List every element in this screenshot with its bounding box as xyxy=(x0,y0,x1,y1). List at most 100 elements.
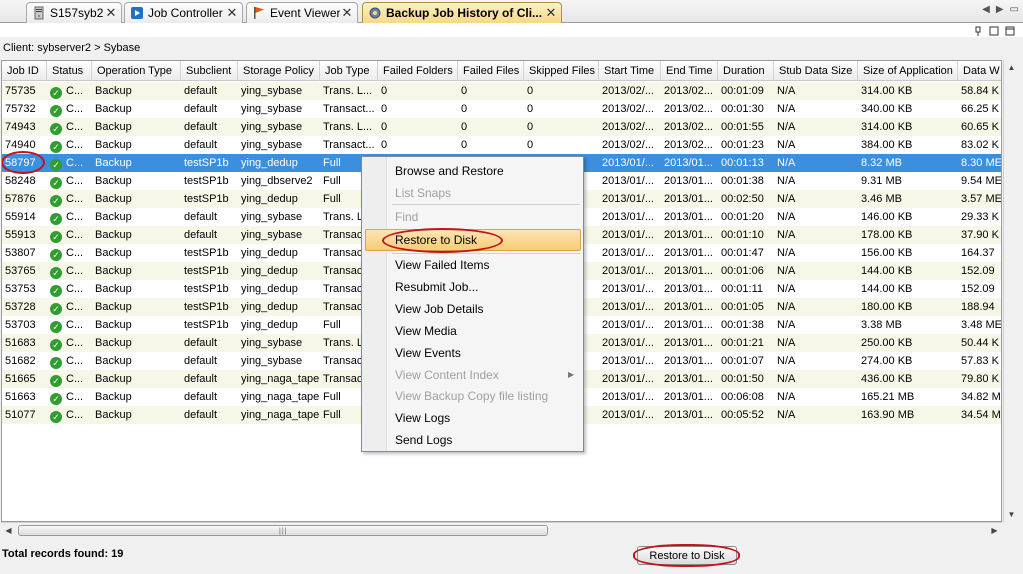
horizontal-scroll-thumb[interactable]: ||| xyxy=(18,525,548,536)
status-completed-icon: ✓ xyxy=(50,303,62,315)
column-header-status[interactable]: Status xyxy=(47,61,92,81)
cell-start-time: 2013/02/... xyxy=(599,118,661,136)
column-header-stub-data-size[interactable]: Stub Data Size xyxy=(774,61,858,81)
restore-window-icon[interactable] xyxy=(989,26,999,36)
cell-job-type: Transact... xyxy=(320,100,378,118)
menu-item-restore-to-disk[interactable]: Restore to Disk xyxy=(395,230,477,250)
view-controls xyxy=(973,26,1015,36)
cell-job-id: 75732 xyxy=(2,100,47,118)
column-header-size-of-application[interactable]: Size of Application xyxy=(858,61,958,81)
chevron-left-icon[interactable]: ◀ xyxy=(982,4,990,15)
close-icon[interactable]: ✕ xyxy=(225,5,239,21)
restore-to-disk-button[interactable]: Restore to Disk xyxy=(637,546,737,565)
cell-text: 00:01:38 xyxy=(721,319,764,331)
column-header-skipped-files[interactable]: Skipped Files xyxy=(524,61,599,81)
menu-item-send-logs[interactable]: Send Logs xyxy=(395,430,452,450)
cell-text: 144.00 KB xyxy=(861,283,913,295)
cell-text: Backup xyxy=(95,265,132,277)
cell-text: N/A xyxy=(777,211,796,223)
cell-text: 00:01:11 xyxy=(721,283,764,295)
cell-size-of-application: 9.31 MB xyxy=(858,172,958,190)
cell-failed-files: 0 xyxy=(458,136,524,154)
cell-size-of-application: 314.00 KB xyxy=(858,82,958,100)
menu-item-browse-and-restore[interactable]: Browse and Restore xyxy=(395,161,504,181)
cell-text: 79.80 K xyxy=(961,373,999,385)
menu-item-view-events[interactable]: View Events xyxy=(395,343,461,363)
close-icon[interactable]: ✕ xyxy=(104,5,118,21)
column-header-duration[interactable]: Duration xyxy=(718,61,774,81)
scroll-down-icon[interactable]: ▼ xyxy=(1004,507,1019,522)
cell-text: 2013/01... xyxy=(664,193,713,205)
table-row[interactable]: 75735 ✓ C... Backup default ying_sybase Trans.… xyxy=(2,82,1001,100)
scroll-left-icon[interactable]: ◀ xyxy=(1,523,16,538)
cell-text: N/A xyxy=(777,355,796,367)
menu-item-view-job-details[interactable]: View Job Details xyxy=(395,299,484,319)
cell-text: N/A xyxy=(777,265,796,277)
cell-text: 55913 xyxy=(5,229,36,241)
menu-item-resubmit-job[interactable]: Resubmit Job... xyxy=(395,277,478,297)
column-header-data-written[interactable]: Data W xyxy=(958,61,1001,81)
tab-event-viewer[interactable]: Event Viewer ✕ xyxy=(246,2,358,23)
cell-text: Backup xyxy=(95,229,132,241)
table-row[interactable]: 75732 ✓ C... Backup default ying_sybase Transa… xyxy=(2,100,1001,118)
cell-operation-type: Backup xyxy=(92,280,181,298)
status-completed-icon: ✓ xyxy=(50,339,62,351)
cell-data-written: 79.80 K xyxy=(958,370,1001,388)
status-completed-icon: ✓ xyxy=(50,141,62,153)
vertical-scrollbar[interactable]: ▲ ▼ xyxy=(1003,60,1018,522)
cell-text: 2013/02/... xyxy=(602,103,654,115)
cell-text: 8.30 ME xyxy=(961,157,1002,169)
chevron-right-icon[interactable]: ▶ xyxy=(996,4,1004,15)
cell-text: Backup xyxy=(95,103,132,115)
tab-s157syb2[interactable]: S157syb2 ✕ xyxy=(26,2,122,23)
cell-stub-data-size: N/A xyxy=(774,190,858,208)
scroll-right-icon[interactable]: ▶ xyxy=(987,523,1002,538)
scroll-up-icon[interactable]: ▲ xyxy=(1004,60,1019,75)
close-icon[interactable]: ✕ xyxy=(340,5,354,21)
cell-text: N/A xyxy=(777,175,796,187)
table-row[interactable]: 74943 ✓ C... Backup default ying_sybase Trans.… xyxy=(2,118,1001,136)
close-view-icon[interactable] xyxy=(1005,26,1015,36)
cell-duration: 00:01:13 xyxy=(718,154,774,172)
cell-text: 51663 xyxy=(5,391,36,403)
cell-subclient: testSP1b xyxy=(181,298,238,316)
cell-text: 2013/01... xyxy=(664,301,713,313)
column-header-operation-type[interactable]: Operation Type xyxy=(92,61,181,81)
menu-item-view-failed-items[interactable]: View Failed Items xyxy=(395,255,489,275)
cell-text: Full xyxy=(323,409,341,421)
horizontal-scrollbar[interactable]: ◀ ||| ▶ xyxy=(1,522,1002,537)
cell-text: 2013/01/... xyxy=(602,319,654,331)
column-header-start-time[interactable]: Start Time xyxy=(599,61,661,81)
tab-backup-job-history[interactable]: Backup Job History of Cli... ✕ xyxy=(362,2,562,23)
cell-job-type: Trans. L... xyxy=(320,118,378,136)
cell-end-time: 2013/02... xyxy=(661,118,718,136)
cell-data-written: 37.90 K xyxy=(958,226,1001,244)
cell-operation-type: Backup xyxy=(92,118,181,136)
table-row[interactable]: 74940 ✓ C... Backup default ying_sybase Transa… xyxy=(2,136,1001,154)
column-header-storage-policy[interactable]: Storage Policy xyxy=(238,61,320,81)
cell-text: ying_sybase xyxy=(241,121,303,133)
close-icon[interactable]: ✕ xyxy=(544,5,558,21)
cell-text: 2013/01/... xyxy=(602,265,654,277)
cell-stub-data-size: N/A xyxy=(774,388,858,406)
cell-storage-policy: ying_naga_tape xyxy=(238,406,320,424)
tab-job-controller[interactable]: Job Controller ✕ xyxy=(124,2,243,23)
menu-item-view-logs[interactable]: View Logs xyxy=(395,408,450,428)
cell-text: default xyxy=(184,409,218,421)
cell-text: default xyxy=(184,229,218,241)
column-header-end-time[interactable]: End Time xyxy=(661,61,718,81)
cell-end-time: 2013/01... xyxy=(661,316,718,334)
pin-icon[interactable] xyxy=(973,26,983,36)
cell-size-of-application: 3.46 MB xyxy=(858,190,958,208)
column-header-job-type[interactable]: Job Type xyxy=(320,61,378,81)
cell-size-of-application: 3.38 MB xyxy=(858,316,958,334)
cell-text: 55914 xyxy=(5,211,36,223)
menu-item-view-media[interactable]: View Media xyxy=(395,321,457,341)
cell-start-time: 2013/01/... xyxy=(599,352,661,370)
column-header-subclient[interactable]: Subclient xyxy=(181,61,238,81)
column-header-failed-files[interactable]: Failed Files xyxy=(458,61,524,81)
maximize-icon[interactable]: ▭ xyxy=(1010,4,1019,15)
column-header-failed-folders[interactable]: Failed Folders xyxy=(378,61,458,81)
cell-text: 274.00 KB xyxy=(861,355,913,367)
column-header-job-id[interactable]: Job ID xyxy=(2,61,47,81)
